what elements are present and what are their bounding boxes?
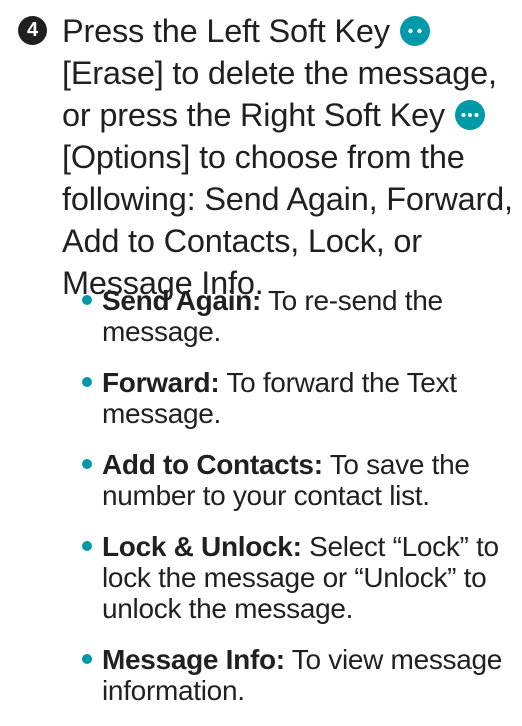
options-list: Send Again: To re-send the message. Forw…: [82, 285, 518, 726]
option-term: Send Again:: [102, 285, 261, 316]
option-term: Lock & Unlock:: [102, 531, 302, 562]
bullet-icon: [82, 654, 92, 664]
step-text-part-1: Press the Left Soft Key: [62, 13, 390, 49]
option-term: Message Info:: [102, 644, 285, 675]
bullet-icon: [82, 459, 92, 469]
option-forward: Forward: To forward the Text message.: [82, 367, 518, 429]
instruction-step: 4 Press the Left Soft Key [Erase] to del…: [18, 10, 518, 304]
bullet-icon: [82, 377, 92, 387]
bullet-icon: [82, 541, 92, 551]
option-message-info: Message Info: To view message informatio…: [82, 644, 518, 706]
step-text-part-2: [Erase] to delete the message, or press …: [62, 55, 497, 133]
step-number-badge: 4: [18, 16, 47, 45]
option-add-to-contacts: Add to Contacts: To save the number to y…: [82, 449, 518, 511]
bullet-icon: [82, 295, 92, 305]
left-soft-key-icon: [399, 16, 430, 46]
option-term: Add to Contacts:: [102, 449, 323, 480]
right-soft-key-icon: [454, 100, 485, 130]
option-send-again: Send Again: To re-send the message.: [82, 285, 518, 347]
step-text: Press the Left Soft Key [Erase] to delet…: [62, 10, 518, 304]
option-term: Forward:: [102, 367, 220, 398]
step-text-part-3: [Options] to choose from the following: …: [62, 139, 513, 301]
option-lock-unlock: Lock & Unlock: Select “Lock” to lock the…: [82, 531, 518, 624]
